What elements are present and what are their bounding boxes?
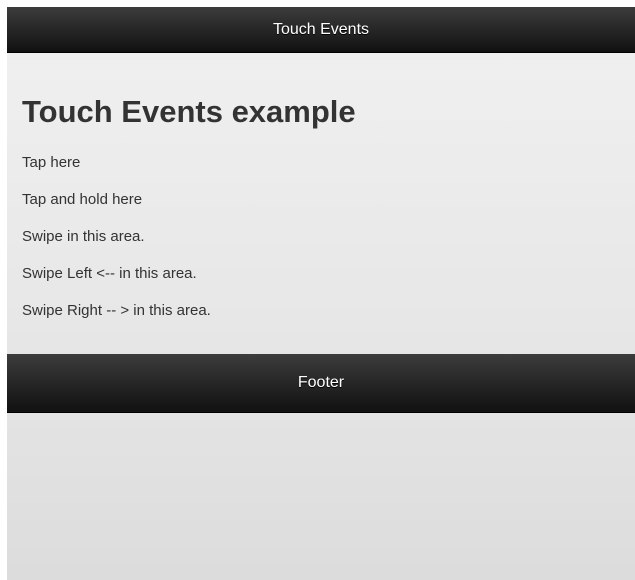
app-page: Touch Events Touch Events example Tap he… xyxy=(7,7,635,580)
tap-area[interactable]: Tap here xyxy=(22,154,622,172)
tap-hold-area[interactable]: Tap and hold here xyxy=(22,191,622,209)
footer-title: Footer xyxy=(297,374,345,391)
swipe-left-area[interactable]: Swipe Left <-- in this area. xyxy=(22,265,622,283)
footer-bar: Footer xyxy=(7,354,635,413)
header-bar: Touch Events xyxy=(7,7,635,53)
swipe-right-area[interactable]: Swipe Right -- > in this area. xyxy=(22,302,622,320)
swipe-area[interactable]: Swipe in this area. xyxy=(22,228,622,246)
page-title: Touch Events example xyxy=(22,94,356,129)
header-title: Touch Events xyxy=(272,20,370,38)
content-area: Touch Events example Tap here Tap and ho… xyxy=(22,53,622,320)
